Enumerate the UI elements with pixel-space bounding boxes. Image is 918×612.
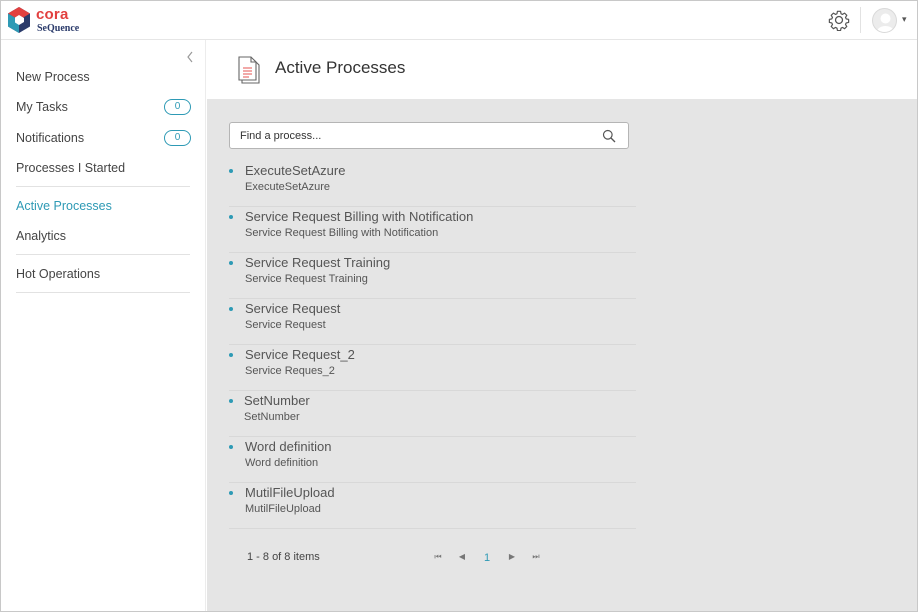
sidebar-item-notifications[interactable]: Notifications 0	[16, 126, 191, 150]
sidebar-divider	[16, 292, 190, 293]
bullet-icon	[229, 215, 233, 219]
process-description: Service Request Training	[245, 273, 368, 285]
bullet-icon	[229, 307, 233, 311]
process-list: ExecuteSetAzure ExecuteSetAzure Service …	[229, 161, 636, 529]
sidebar-item-label: Analytics	[16, 229, 67, 243]
sidebar-divider	[16, 254, 190, 255]
brand-subname: SeQuence	[37, 23, 80, 34]
list-item[interactable]: Service Request Billing with Notificatio…	[229, 207, 636, 253]
sidebar-item-analytics[interactable]: Analytics	[16, 224, 191, 248]
page-title: Active Processes	[275, 58, 406, 77]
count-badge: 0	[164, 99, 191, 115]
process-name[interactable]: MutilFileUpload	[245, 485, 335, 501]
gear-icon[interactable]	[828, 9, 850, 31]
search-icon[interactable]	[602, 129, 616, 143]
process-name[interactable]: Service Request_2	[245, 347, 355, 363]
bullet-icon	[229, 399, 233, 403]
sidebar-item-label: Processes I Started	[16, 161, 126, 175]
list-item[interactable]: Word definition Word definition	[229, 437, 636, 483]
bullet-icon	[229, 445, 233, 449]
process-description: Service Request Billing with Notificatio…	[245, 227, 439, 239]
sidebar-item-label: New Process	[16, 70, 90, 84]
process-name[interactable]: Word definition	[245, 439, 331, 455]
count-badge: 0	[164, 130, 191, 146]
sidebar-item-label: Notifications	[16, 131, 85, 145]
next-page-icon[interactable]: ▶	[506, 551, 518, 563]
user-menu-caret[interactable]: ▾	[902, 14, 907, 25]
process-name[interactable]: ExecuteSetAzure	[245, 163, 345, 179]
document-icon	[238, 56, 260, 84]
header-divider	[860, 7, 861, 33]
list-item[interactable]: Service Request_2 Service Reques_2	[229, 345, 636, 391]
sidebar-item-hot-operations[interactable]: Hot Operations	[16, 262, 191, 286]
bullet-icon	[229, 261, 233, 265]
logo-icon	[8, 7, 30, 33]
page-number-current[interactable]: 1	[481, 552, 493, 564]
sidebar-item-processes-i-started[interactable]: Processes I Started	[16, 156, 191, 180]
avatar[interactable]	[872, 8, 897, 33]
main-content: Active Processes ExecuteSetAzure Execute…	[207, 40, 917, 611]
process-description: SetNumber	[244, 411, 300, 423]
process-description: ExecuteSetAzure	[245, 181, 330, 193]
brand-name: cora	[36, 6, 69, 23]
chevron-left-icon[interactable]	[185, 50, 195, 64]
list-item[interactable]: MutilFileUpload MutilFileUpload	[229, 483, 636, 529]
sidebar-item-my-tasks[interactable]: My Tasks 0	[16, 95, 191, 119]
page-header: Active Processes	[207, 40, 917, 99]
bullet-icon	[229, 169, 233, 173]
sidebar-divider	[16, 186, 190, 187]
bullet-icon	[229, 353, 233, 357]
list-item[interactable]: ExecuteSetAzure ExecuteSetAzure	[229, 161, 636, 207]
process-description: Word definition	[245, 457, 319, 469]
process-name[interactable]: Service Request Billing with Notificatio…	[245, 209, 473, 225]
app-window: cora SeQuence ▾ New Process My Tasks 0 N…	[0, 0, 918, 612]
process-name[interactable]: Service Request	[245, 301, 340, 317]
process-description: MutilFileUpload	[245, 503, 321, 515]
search-box[interactable]	[229, 122, 629, 149]
process-name[interactable]: Service Request Training	[245, 255, 390, 271]
search-input[interactable]	[240, 127, 590, 145]
prev-page-icon[interactable]: ◀	[456, 551, 468, 563]
sidebar-item-new-process[interactable]: New Process	[16, 65, 191, 89]
sidebar-item-label: Active Processes	[16, 199, 112, 213]
process-name[interactable]: SetNumber	[244, 393, 310, 409]
sidebar-item-label: Hot Operations	[16, 267, 101, 281]
last-page-icon[interactable]: ⏭	[530, 551, 542, 563]
list-item[interactable]: Service Request Service Request	[229, 299, 636, 345]
process-description: Service Request	[245, 319, 326, 331]
sidebar-item-active-processes[interactable]: Active Processes	[16, 194, 191, 218]
bullet-icon	[229, 491, 233, 495]
first-page-icon[interactable]: ⏮	[432, 551, 444, 563]
cora-logo[interactable]: cora SeQuence	[8, 6, 88, 36]
user-icon	[876, 13, 895, 32]
process-description: Service Reques_2	[245, 365, 335, 377]
list-item[interactable]: SetNumber SetNumber	[229, 391, 636, 437]
sidebar: New Process My Tasks 0 Notifications 0 P…	[1, 40, 206, 611]
top-bar: cora SeQuence ▾	[1, 1, 917, 40]
list-item[interactable]: Service Request Training Service Request…	[229, 253, 636, 299]
pager-info: 1 - 8 of 8 items	[247, 551, 320, 563]
sidebar-item-label: My Tasks	[16, 100, 68, 114]
